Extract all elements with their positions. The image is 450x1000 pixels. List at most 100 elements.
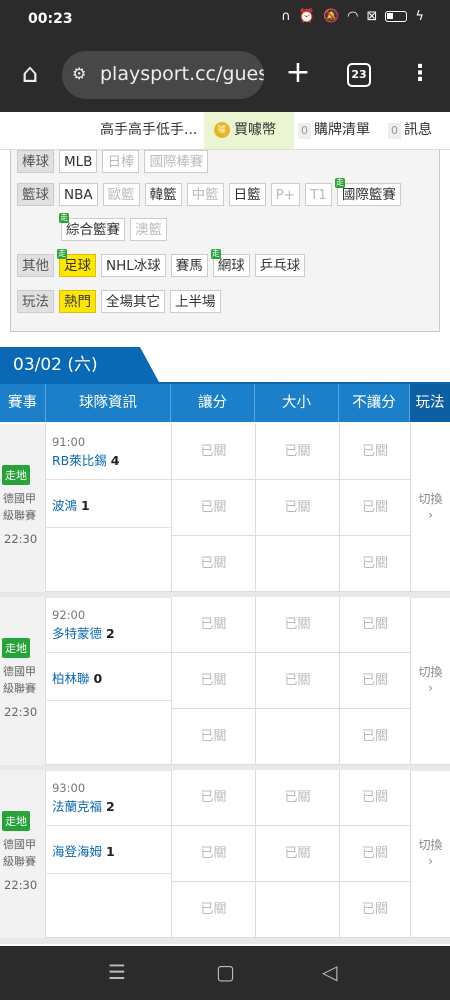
filter-intl-baseball[interactable]: 國際棒賽	[144, 150, 209, 173]
home-team[interactable]: RB萊比錫 4	[52, 450, 119, 469]
browser-toolbar: ⌂ ⚙ playsport.cc/gues + 23 ⋮	[0, 38, 450, 112]
away-score: 1	[106, 844, 115, 859]
away-score: 1	[81, 498, 90, 513]
match-row: 走地 德國甲級聯賽 22:30 92:00 多特蒙德 2 柏林聯 0 已關 已關 已關 已關 已關 已關已…	[0, 597, 450, 765]
more-menu-icon[interactable]: ⋮	[409, 56, 431, 92]
away-team[interactable]: 波鴻 1	[52, 495, 90, 514]
filter-label-play: 玩法	[17, 290, 54, 313]
filter-pplus[interactable]: P+	[270, 183, 301, 206]
home-icon[interactable]: ⌂	[14, 58, 46, 90]
charging-icon: ϟ	[415, 9, 424, 24]
status-time: 00:23	[28, 11, 73, 27]
filter-row-baseball: 棒球 MLB 日棒 國際棒賽	[17, 150, 209, 173]
filter-nba[interactable]: NBA	[59, 183, 98, 206]
divider	[46, 479, 171, 480]
tab-switcher-button[interactable]: 23	[347, 63, 371, 87]
filter-row-basketball: 籃球 NBA 歐籃 韓籃 中籃 日籃 P+ T1 走國際籃賽	[17, 178, 401, 206]
nav-messages[interactable]: 0 訊息	[388, 112, 432, 149]
header-moneyline: 不讓分	[339, 384, 410, 422]
live-badge: 走	[59, 213, 69, 223]
match-info: 走地 德國甲級聯賽 22:30	[0, 770, 46, 938]
header-event: 賽事	[0, 384, 46, 422]
filter-row-play: 玩法 熱門 全場其它 上半場	[17, 290, 221, 313]
status-bar: 00:23 ∩ ⏰ 🔕 ◠ ⊠ ϟ	[0, 0, 450, 38]
filter-mixed-basketball[interactable]: 走綜合籃賽	[59, 213, 125, 241]
nav-cart[interactable]: 0 購牌清單	[298, 112, 370, 149]
odds-cell-empty	[255, 709, 339, 765]
filter-aus-basketball[interactable]: 澳籃	[130, 218, 167, 241]
filter-hot[interactable]: 熱門	[59, 290, 96, 313]
odds-cell-empty	[255, 536, 339, 592]
filter-table-tennis[interactable]: 乒乓球	[254, 254, 306, 277]
filter-nhl[interactable]: NHL冰球	[101, 254, 166, 277]
filter-npb[interactable]: 日棒	[102, 150, 140, 173]
odds-cell-closed: 已關	[339, 770, 410, 826]
switch-button[interactable]: 切換 ›	[410, 597, 450, 765]
chevron-right-icon: ›	[428, 508, 433, 522]
filter-label-basketball: 籃球	[17, 183, 54, 206]
filter-first-half[interactable]: 上半場	[170, 290, 221, 313]
switch-button[interactable]: 切換 ›	[410, 770, 450, 938]
sport-filter-panel: 棒球 MLB 日棒 國際棒賽 籃球 NBA 歐籃 韓籃 中籃 日籃 P+ T1 …	[10, 150, 440, 332]
back-icon[interactable]: ◁	[322, 960, 337, 984]
match-row: 走地 德國甲級聯賽 22:30 93:00 法蘭克福 2 海登海姆 1 已關 已關 已關 已關 已關 已關…	[0, 770, 450, 938]
switch-button[interactable]: 切換 ›	[410, 424, 450, 592]
filter-korea-basketball[interactable]: 韓籃	[144, 183, 182, 206]
mute-icon: 🔕	[322, 9, 340, 24]
date-bar: 03/02 (六)	[0, 347, 450, 384]
filter-euro-basketball[interactable]: 歐籃	[102, 183, 140, 206]
site-settings-icon[interactable]: ⚙	[72, 64, 86, 83]
live-badge: 走地	[2, 811, 30, 831]
odds-cell-closed: 已關	[339, 882, 410, 938]
away-team[interactable]: 海登海姆 1	[52, 841, 115, 860]
table-header: 賽事 球隊資訊 讓分 大小 不讓分 玩法	[0, 384, 450, 422]
date-tab[interactable]: 03/02 (六)	[0, 347, 160, 384]
odds-cell-closed: 已關	[339, 424, 410, 480]
filter-label-baseball: 棒球	[17, 150, 54, 173]
odds-cell-closed: 已關	[339, 536, 410, 592]
nav-cart-label: 購牌清單	[314, 122, 370, 138]
header-total: 大小	[255, 384, 339, 422]
filter-soccer[interactable]: 走足球	[57, 249, 96, 277]
odds-cell-closed: 已關	[339, 709, 410, 765]
away-team[interactable]: 柏林聯 0	[52, 668, 102, 687]
odds-cell-closed: 已關	[339, 480, 410, 536]
odds-cell-closed: 已關	[171, 770, 255, 826]
header-team-info: 球隊資訊	[46, 384, 171, 422]
filter-china-basketball[interactable]: 中籃	[186, 183, 224, 206]
odds-cell-closed: 已關	[255, 597, 339, 653]
league-name: 德國甲級聯賽	[3, 665, 36, 695]
header-spread: 讓分	[171, 384, 255, 422]
live-badge: 走	[210, 249, 221, 259]
recent-apps-icon[interactable]: ☰	[108, 960, 126, 984]
odds-cell-closed: 已關	[171, 536, 255, 592]
odds-cell-closed: 已關	[339, 826, 410, 882]
home-team[interactable]: 多特蒙德 2	[52, 623, 115, 642]
filter-tennis[interactable]: 走網球	[210, 249, 250, 277]
filter-t1[interactable]: T1	[305, 183, 332, 206]
filter-japan-basketball[interactable]: 日籃	[228, 183, 266, 206]
new-tab-icon[interactable]: +	[283, 56, 313, 90]
odds-cell-closed: 已關	[255, 480, 339, 536]
filter-horse-racing[interactable]: 賽馬	[170, 254, 208, 277]
match-time: 22:30	[4, 878, 38, 892]
url-text[interactable]: playsport.cc/gues	[100, 63, 264, 85]
match-separator	[0, 938, 450, 944]
filter-intl-basketball[interactable]: 走國際籃賽	[334, 178, 401, 206]
odds-cell-closed: 已關	[171, 709, 255, 765]
address-bar[interactable]: ⚙ playsport.cc/gues	[62, 51, 264, 99]
divider	[46, 700, 171, 701]
live-badge: 走地	[2, 465, 30, 485]
live-badge: 走	[57, 249, 67, 259]
home-button-icon[interactable]: ▢	[216, 960, 235, 984]
home-team[interactable]: 法蘭克福 2	[52, 796, 115, 815]
nav-buy-coins[interactable]: 噱買噱幣	[204, 112, 294, 149]
filter-label-other: 其他	[17, 254, 54, 277]
odds-cell-closed: 已關	[171, 653, 255, 709]
match-clock: 91:00	[52, 435, 86, 449]
filter-row-basketball-2: 走綜合籃賽 澳籃	[59, 213, 167, 241]
nav-experts[interactable]: 高手高手低手...	[100, 112, 197, 149]
odds-cell-closed: 已關	[171, 424, 255, 480]
filter-mlb[interactable]: MLB	[59, 150, 98, 173]
filter-full-other[interactable]: 全場其它	[101, 290, 165, 313]
